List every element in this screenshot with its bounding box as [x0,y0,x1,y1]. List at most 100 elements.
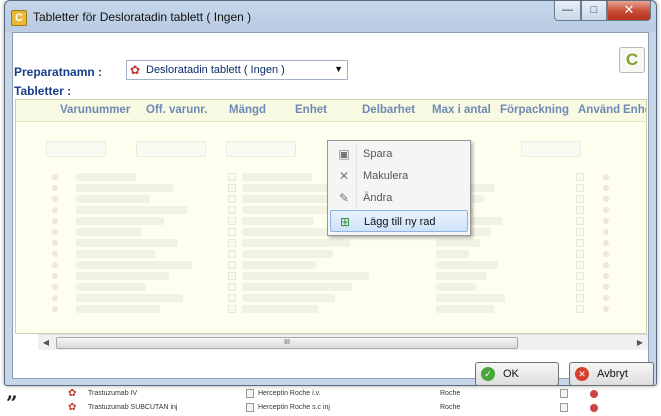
faded-row-text [76,261,192,269]
horizontal-scrollbar[interactable]: ◀ III ▶ [38,334,648,350]
faded-row-text [436,239,480,247]
faded-row-icon [52,196,58,202]
faded-toolbar-button [521,141,581,157]
menu-item-andra[interactable]: ✎ Ändra [330,187,468,209]
faded-row-icon [603,251,609,257]
column-header-enhet-2[interactable]: Enhet [623,104,646,116]
faded-row-text [76,195,150,203]
faded-dropdown-icon [576,206,584,214]
faded-toolbar-button [136,141,206,157]
column-header-enhet[interactable]: Enhet [295,104,327,116]
faded-toolbar-button [46,141,106,157]
faded-dropdown-icon [576,228,584,236]
faded-row-text [76,173,136,181]
faded-row-icon [52,306,58,312]
column-header-mangd[interactable]: Mängd [229,104,266,116]
faded-row-icon [603,229,609,235]
status-dot [590,390,598,398]
grid-header: Varunummer Off. varunr. Mängd Enhet Delb… [16,100,646,122]
ok-button[interactable]: ✓ OK [475,362,559,386]
faded-dropdown-icon [576,250,584,258]
maximize-button[interactable]: □ [581,1,607,21]
faded-row-icon [603,295,609,301]
scroll-left-arrow-icon[interactable]: ◀ [38,335,54,351]
faded-dropdown-icon [228,250,236,258]
faded-row-icon [52,262,58,268]
faded-row-text [436,261,498,269]
column-header-delbarhet[interactable]: Delbarhet [362,104,415,116]
minimize-button[interactable]: — [554,1,581,21]
drug-icon: ✿ [68,388,77,399]
faded-row-text [436,250,469,258]
faded-dropdown-icon [576,195,584,203]
menu-item-label: Makulera [363,170,409,182]
faded-row-icon [52,240,58,246]
column-header-anvand[interactable]: Använd [578,104,620,116]
faded-row-icon [603,196,609,202]
menu-item-lagg-till-ny-rad[interactable]: ⊞ Lägg till ny rad [330,210,468,232]
menu-item-spara[interactable]: ▣ Spara [330,143,468,165]
dropdown-icon [560,403,568,412]
faded-row-icon [52,251,58,257]
faded-dropdown-icon [228,173,236,181]
faded-dropdown-icon [228,272,236,280]
dropdown-icon [560,389,568,398]
menu-item-label: Spara [363,148,393,160]
cancel-button[interactable]: ✕ Avbryt [569,362,654,386]
close-button[interactable]: ✕ [607,1,651,21]
stray-quote-text: ” [6,391,18,415]
column-header-forpackning[interactable]: Förpackning [500,104,569,116]
dropdown-icon [246,389,254,398]
column-header-varunummer[interactable]: Varunummer [60,104,130,116]
menu-item-makulera[interactable]: ✕ Makulera [330,165,468,187]
drug-icon: ✿ [68,402,77,413]
faded-row-icon [603,174,609,180]
faded-row-text [76,217,164,225]
faded-dropdown-icon [576,283,584,291]
column-header-off-varunr[interactable]: Off. varunr. [146,104,207,116]
faded-row-icon [603,218,609,224]
app-icon: C [11,10,27,26]
scroll-right-arrow-icon[interactable]: ▶ [632,335,648,351]
faded-row-text [76,250,155,258]
checkmark-icon: ✓ [481,367,495,381]
faded-dropdown-icon [228,184,236,192]
preparatnamn-select[interactable]: ✿ Desloratadin tablett ( Ingen ) ▼ [126,60,348,80]
faded-row-text [242,173,312,181]
window-title: Tabletter för Desloratadin tablett ( Ing… [33,10,252,24]
faded-toolbar-button [226,141,296,157]
faded-row-text [242,294,335,302]
chevron-down-icon[interactable]: ▼ [334,64,343,74]
faded-row-text [436,305,494,313]
menu-item-label: Lägg till ny rad [364,216,436,228]
faded-row-text [76,294,183,302]
column-header-max-antal[interactable]: Max i antal [432,104,491,116]
faded-row-text [76,283,146,291]
faded-row-text [76,206,187,214]
scroll-thumb[interactable]: III [56,337,518,349]
dropdown-icon [246,403,254,412]
faded-row-text [242,239,350,247]
faded-row-text [242,305,318,313]
context-menu: ▣ Spara ✕ Makulera ✎ Ändra ⊞ Lägg till n… [327,140,471,236]
faded-row-text [76,272,169,280]
cross-icon: ✕ [338,169,350,183]
drug-icon: ✿ [130,63,141,77]
faded-dropdown-icon [228,305,236,313]
background-cell-maker: Roche [440,390,461,397]
faded-row-icon [603,207,609,213]
background-cell-maker: Roche [440,404,461,411]
faded-row-text [242,217,314,225]
faded-dropdown-icon [228,283,236,291]
faded-row-text [76,184,173,192]
preparatnamn-value: Desloratadin tablett ( Ingen ) [146,64,285,76]
faded-row-text [242,283,352,291]
faded-dropdown-icon [576,272,584,280]
faded-dropdown-icon [576,294,584,302]
faded-row-text [242,272,369,280]
logo-icon: C [619,47,645,73]
cancel-button-label: Avbryt [597,368,628,380]
background-cell-product: Herceptin Roche i.v. [258,390,321,397]
faded-dropdown-icon [228,294,236,302]
title-bar[interactable]: C Tabletter för Desloratadin tablett ( I… [5,1,656,32]
